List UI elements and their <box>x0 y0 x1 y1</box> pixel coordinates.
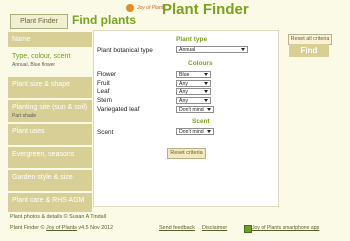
sidebar-item-plant-care-rhs-agm[interactable]: Plant care & RHS AGM <box>8 193 92 212</box>
flower-label: Flower <box>97 71 117 78</box>
plant-type-heading: Plant type <box>176 36 208 43</box>
smartphone-app-link[interactable]: Joy of Plants smartphone app <box>252 225 319 231</box>
footer-suffix: v4.5 Nov 2012 <box>76 225 114 231</box>
variegated-leaf-label: Variegated leaf <box>97 106 140 113</box>
send-feedback-link[interactable]: Send feedback <box>159 225 195 231</box>
sun-icon <box>126 4 134 12</box>
scent-heading: Scent <box>192 118 210 125</box>
sidebar-item-label: Evergreen, seasons <box>12 151 75 158</box>
find-button[interactable]: Find <box>289 44 329 57</box>
plant-botanical-type-value: Annual <box>179 47 196 53</box>
fruit-label: Fruit <box>97 80 110 87</box>
disclaimer-link[interactable]: Disclaimer <box>202 225 227 231</box>
footer-prefix: Plant Finder © <box>10 225 47 231</box>
chevron-down-icon <box>204 73 208 76</box>
scent-value: Don't mind <box>179 129 204 135</box>
variegated-leaf-value: Don't mind <box>179 107 204 113</box>
sidebar-item-type-colour-scent[interactable]: Type, colour, scent Annual, Blue flower <box>8 49 92 76</box>
sidebar-item-evergreen-seasons[interactable]: Evergreen, seasons <box>8 147 92 168</box>
scent-select[interactable]: Don't mind <box>176 128 214 135</box>
flower-colour-value: Blue <box>179 72 190 78</box>
footer-copyright-app: Plant Finder © Joy of Plants v4.5 Nov 20… <box>10 225 113 231</box>
fruit-colour-select[interactable]: Any <box>176 80 211 87</box>
sidebar-item-plant-uses[interactable]: Plant uses <box>8 124 92 145</box>
app-title: Plant Finder <box>162 1 249 18</box>
chevron-down-icon <box>207 130 211 133</box>
leaf-colour-select[interactable]: Any <box>176 88 211 95</box>
sidebar-item-summary: Annual, Blue flower <box>12 62 56 68</box>
chevron-down-icon <box>207 108 211 111</box>
sidebar: Name Type, colour, scent Annual, Blue fl… <box>8 31 92 212</box>
sidebar-item-name[interactable]: Name <box>8 32 92 47</box>
sidebar-item-planting-site[interactable]: Planting site (sun & soil) Part shade <box>8 100 92 122</box>
sidebar-item-plant-size-shape[interactable]: Plant size & shape <box>8 77 92 98</box>
leaf-colour-value: Any <box>179 89 188 95</box>
stem-label: Stem <box>97 97 112 104</box>
sidebar-item-label: Name <box>12 36 31 43</box>
colours-heading: Colours <box>188 60 213 67</box>
smartphone-app-icon[interactable] <box>244 225 252 233</box>
sidebar-item-summary: Part shade <box>12 113 37 119</box>
leaf-label: Leaf <box>97 88 110 95</box>
plant-finder-button[interactable]: Plant Finder <box>10 14 68 29</box>
sidebar-item-label: Type, colour, scent <box>12 53 71 60</box>
chevron-down-icon <box>204 90 208 93</box>
joy-of-plants-link[interactable]: Joy of Plants <box>46 225 77 231</box>
chevron-down-icon <box>204 99 208 102</box>
footer-copyright-photos: Plant photos & details © Susan A Tindall <box>10 214 106 220</box>
scent-label: Scent <box>97 129 114 136</box>
variegated-leaf-select[interactable]: Don't mind <box>176 106 214 113</box>
chevron-down-icon <box>241 48 245 51</box>
chevron-down-icon <box>204 82 208 85</box>
sidebar-item-label: Planting site (sun & soil) <box>12 104 88 111</box>
sidebar-item-label: Plant size & shape <box>12 81 70 88</box>
sidebar-item-label: Garden style & size <box>12 174 73 181</box>
stem-colour-value: Any <box>179 98 188 104</box>
plant-botanical-type-label: Plant botanical type <box>97 47 153 54</box>
stem-colour-select[interactable]: Any <box>176 97 211 104</box>
plant-botanical-type-select[interactable]: Annual <box>176 46 248 53</box>
reset-criteria-button[interactable]: Reset criteria <box>167 148 206 159</box>
sidebar-item-label: Plant care & RHS AGM <box>12 197 85 204</box>
sidebar-item-garden-style-size[interactable]: Garden style & size <box>8 170 92 191</box>
fruit-colour-value: Any <box>179 81 188 87</box>
sidebar-item-label: Plant uses <box>12 128 45 135</box>
criteria-panel <box>93 30 279 207</box>
flower-colour-select[interactable]: Blue <box>176 71 211 78</box>
